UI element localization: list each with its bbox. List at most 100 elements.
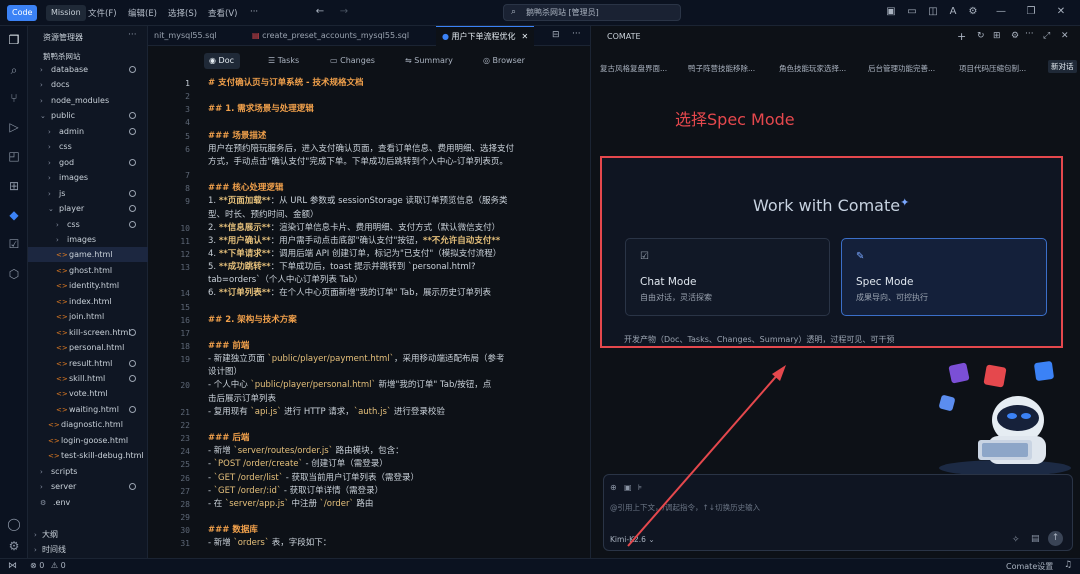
tree-item[interactable]: <>index.html — [28, 294, 148, 309]
explorer-title: 资源管理器 — [43, 33, 83, 42]
chevron-down-icon: ⌄ — [40, 112, 46, 121]
annotation-text: 选择Spec Mode — [675, 110, 795, 129]
tree-item[interactable]: <>join.html — [28, 309, 148, 324]
code-mode-button[interactable]: Code — [7, 5, 38, 21]
tree-item[interactable]: <>login-goose.html — [28, 433, 148, 448]
chat-mode-subtitle: 自由对话，灵活探索 — [640, 293, 712, 302]
tree-item[interactable]: <>vote.html — [28, 386, 148, 401]
explorer-icon[interactable]: ❐ — [6, 32, 22, 48]
tab-order-flow-spec[interactable]: ● 用户下单流程优化 ✕ — [436, 26, 535, 46]
tree-item[interactable]: <>diagnostic.html — [28, 417, 148, 432]
tree-item[interactable]: ⌄ public — [28, 108, 148, 123]
extensions-icon[interactable]: ⊞ — [6, 178, 22, 194]
tab-nit-mysql55[interactable]: nit_mysql55.sql — [148, 26, 223, 46]
modified-dot-icon — [129, 205, 136, 213]
tree-item[interactable]: › docs — [28, 77, 148, 92]
editor-more-icon[interactable]: ··· — [572, 29, 581, 39]
tree-item[interactable]: › database — [28, 62, 148, 77]
tree-item[interactable]: ⌄ player — [28, 201, 148, 216]
tree-item[interactable]: <>personal.html — [28, 340, 148, 355]
tree-item-label: public — [51, 111, 76, 121]
html-file-icon: <> — [48, 436, 60, 445]
modified-dot-icon — [129, 359, 136, 367]
tree-item[interactable]: <>game.html — [28, 247, 148, 263]
history-chip[interactable]: 鸭子阵营技能移除... — [688, 63, 755, 74]
tree-item-label: admin — [59, 126, 85, 136]
comate-settings-status[interactable]: Comate设置 — [1006, 561, 1053, 572]
tab-label: 用户下单流程优化 — [451, 32, 516, 41]
account-icon[interactable]: ◯ — [6, 516, 22, 532]
outline-section[interactable]: › 大纲 — [34, 529, 58, 540]
tree-item[interactable]: › scripts — [28, 464, 148, 479]
mission-mode-button[interactable]: Mission — [46, 5, 86, 21]
source-control-icon[interactable]: ⑂ — [6, 90, 22, 106]
history-chip[interactable]: 角色技能玩家选择... — [779, 63, 846, 74]
tree-item[interactable]: <>ghost.html — [28, 263, 148, 278]
modified-dot-icon — [129, 375, 136, 382]
tree-item-label: js — [59, 188, 66, 198]
remote-status-icon[interactable]: ⋈ — [8, 561, 17, 571]
database-icon: ▤ — [252, 31, 263, 40]
tree-item[interactable]: <>test-skill-debug.html — [28, 448, 148, 463]
send-button[interactable]: ↑ — [1048, 531, 1063, 546]
tab-close-icon[interactable]: ✕ — [522, 32, 529, 41]
menu-file[interactable]: 文件(F) — [88, 7, 117, 19]
menu-select[interactable]: 选择(S) — [168, 7, 197, 19]
tree-item[interactable]: › css — [28, 139, 148, 154]
spec-mode-card[interactable]: ✎ Spec Mode 成果导向、可控执行 — [841, 238, 1047, 316]
menu-more[interactable]: ··· — [250, 7, 258, 17]
tree-item[interactable]: › images — [28, 232, 148, 247]
add-context-icon[interactable]: ⊕ — [610, 483, 617, 492]
tree-item[interactable]: › js — [28, 186, 148, 201]
explorer-more-icon[interactable]: ··· — [128, 30, 137, 40]
timeline-section[interactable]: › 时间线 — [34, 544, 66, 555]
tab-create-preset-accounts[interactable]: ▤ create_preset_accounts_mysql55.sql — [246, 26, 415, 46]
history-chip[interactable]: 项目代码压缩包制... — [959, 63, 1026, 74]
chevron-right-icon: › — [40, 483, 43, 492]
comate-icon[interactable]: ◆ — [6, 207, 22, 223]
tree-item[interactable]: › css — [28, 217, 148, 232]
menu-view[interactable]: 查看(V) — [208, 7, 237, 19]
html-file-icon: <> — [56, 282, 68, 291]
attach-icon[interactable]: ▤ — [1031, 534, 1040, 544]
summary-icon: ⇋ — [405, 56, 415, 65]
back-arrow-icon[interactable]: ← — [314, 6, 326, 18]
spec-view-tabs: ◉ Doc ☰ Tasks ▭ Changes ⇋ Summary ◎ Brow… — [148, 50, 590, 72]
problems-indicator[interactable]: ⊗ 0 ⚠ 0 — [30, 561, 66, 570]
tree-item[interactable]: <>result.html — [28, 356, 148, 371]
subtab-changes[interactable]: ▭ Changes — [325, 53, 381, 69]
remote-icon[interactable]: ◰ — [6, 148, 22, 164]
tree-item[interactable]: › server — [28, 479, 148, 494]
manage-gear-icon[interactable]: ⚙ — [6, 538, 22, 554]
tree-item-label: scripts — [51, 466, 78, 476]
tree-item[interactable]: <>identity.html — [28, 278, 148, 293]
tree-item[interactable]: <>kill-screen.html — [28, 325, 148, 340]
history-chip[interactable]: 后台管理功能完善... — [868, 63, 935, 74]
magic-icon[interactable]: ✧ — [1012, 535, 1020, 545]
menu-edit[interactable]: 编辑(E) — [128, 7, 157, 19]
tree-item[interactable]: › images — [28, 170, 148, 185]
search-icon: ⌕ — [511, 7, 517, 17]
history-chip[interactable]: 复古风格复盘界面... — [600, 63, 667, 74]
tree-item[interactable]: <>waiting.html — [28, 402, 148, 417]
notification-bell-icon[interactable]: ♫ — [1064, 560, 1072, 570]
tree-item-label: personal.html — [69, 343, 125, 353]
tree-item[interactable]: › god — [28, 155, 148, 170]
tree-item[interactable]: ⚙ .env — [28, 495, 148, 510]
tree-item[interactable]: <>skill.html — [28, 371, 148, 386]
chat-mode-card[interactable]: ☑ Chat Mode 自由对话，灵活探索 — [625, 238, 830, 316]
search-icon[interactable]: ⌕ — [6, 62, 22, 78]
subtab-tasks[interactable]: ☰ Tasks — [263, 53, 305, 69]
split-editor-icon[interactable]: ⊟ — [552, 30, 560, 40]
subtab-browser[interactable]: ◎ Browser — [478, 53, 531, 69]
tasks-icon[interactable]: ☑ — [6, 236, 22, 252]
subtab-doc[interactable]: ◉ Doc — [204, 53, 240, 69]
subtab-summary[interactable]: ⇋ Summary — [400, 53, 459, 69]
new-chat-chip[interactable]: 新对话 — [1048, 60, 1077, 73]
explorer-root[interactable]: 鹅鸭杀网站 — [43, 51, 81, 62]
tree-item[interactable]: › admin — [28, 124, 148, 139]
package-icon[interactable]: ⬡ — [6, 266, 22, 282]
run-debug-icon[interactable]: ▷ — [6, 119, 22, 135]
tree-item[interactable]: › node_modules — [28, 93, 148, 108]
forward-arrow-icon[interactable]: → — [338, 6, 350, 18]
